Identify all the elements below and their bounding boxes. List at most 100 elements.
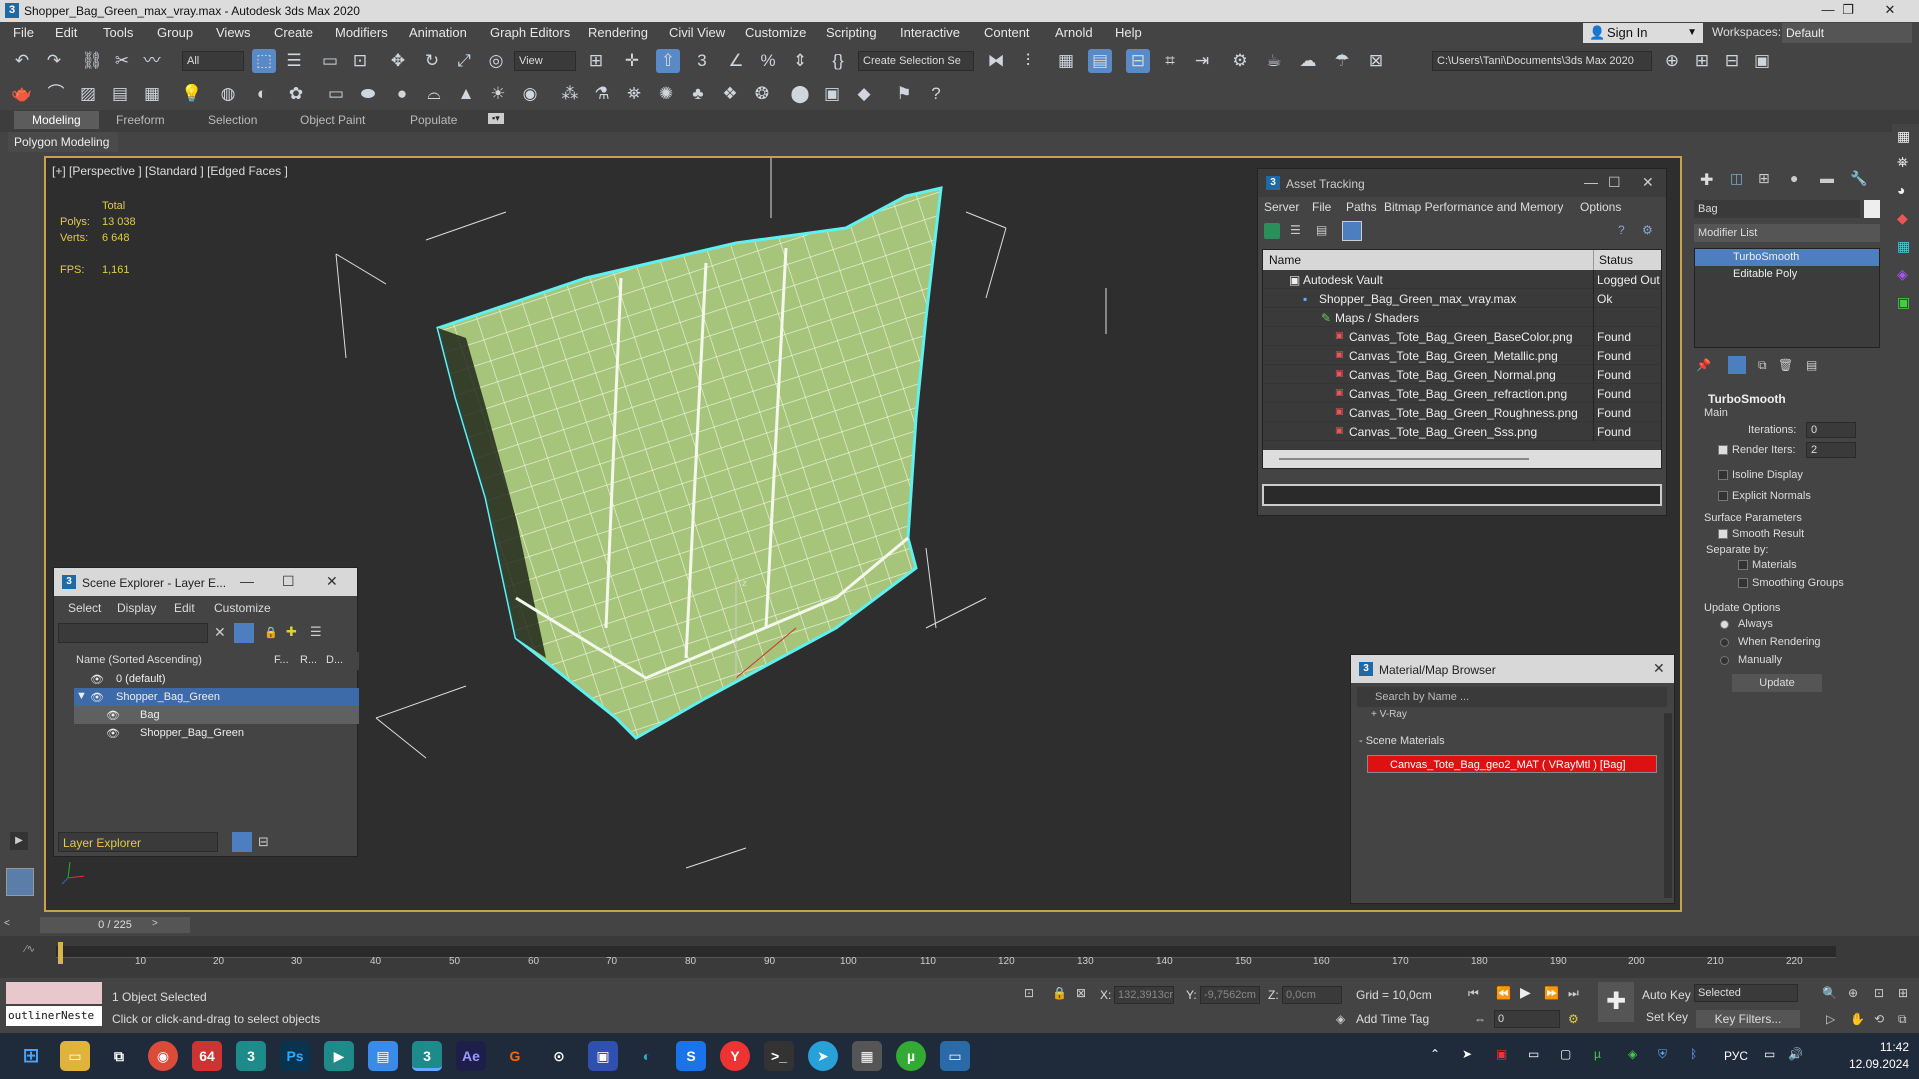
scene-search-input[interactable] [58,623,208,643]
table-row[interactable]: ▣ Autodesk Vault Logged Out [1263,270,1661,289]
percent-snap-icon[interactable]: % [756,49,780,73]
named-selection-dropdown[interactable]: Create Selection Se [858,51,974,71]
vray-group[interactable]: + V-Ray [1371,709,1407,720]
link-icon[interactable]: ⛓ [80,49,104,73]
table-row[interactable]: ▣ Canvas_Tote_Bag_Green_Normal.png Found [1263,365,1661,384]
list-icon[interactable]: ☰ [1290,223,1306,239]
eye-icon[interactable]: 👁 [90,691,104,704]
zoom-extents-icon[interactable]: ⊡ [1874,986,1884,1000]
chrome-icon[interactable]: ◉ [148,1041,178,1071]
project-path-dropdown[interactable]: C:\Users\Tani\Documents\3ds Max 2020 [1432,51,1652,71]
modifier-list-dropdown[interactable]: Modifier List [1694,224,1880,242]
lights-icon[interactable]: 💡 [180,82,204,106]
menu-rendering[interactable]: Rendering [588,25,648,40]
object-color-swatch[interactable] [1864,200,1880,218]
scene-icon[interactable]: ⛯ [1897,154,1908,171]
prev-key-icon[interactable]: ⏪ [1496,986,1511,1000]
menu-modifiers[interactable]: Modifiers [335,25,388,40]
menu-interactive[interactable]: Interactive [900,25,960,40]
update-button[interactable]: Update [1732,674,1822,692]
vray-box-icon[interactable]: ▭ [324,82,348,106]
vray-clipper-icon[interactable]: ✺ [654,82,678,106]
edit-named-selection-icon[interactable]: {} [826,49,850,73]
minimize-icon[interactable]: — [1584,174,1598,190]
menu-content[interactable]: Content [984,25,1030,40]
asset-menu-bitmap[interactable]: Bitmap Performance and Memory [1384,200,1563,214]
make-unique-icon[interactable]: ⧉ [1758,358,1767,373]
clock[interactable]: 11:42 12.09.2024 [1849,1039,1909,1073]
vray-pattern-icon[interactable]: ❂ [750,82,774,106]
track-bar[interactable]: ⁄∿ 10 20 30 40 50 60 70 80 90 100 110 12… [0,936,1919,978]
viewport-layout-icon[interactable]: ⊞ [1690,49,1714,73]
render-production-icon[interactable]: ☁ [1296,49,1320,73]
menu-group[interactable]: Group [157,25,193,40]
snaps-toggle-icon[interactable]: 3 [690,49,714,73]
menu-animation[interactable]: Animation [409,25,467,40]
pivot-center-icon[interactable]: ⊞ [584,49,608,73]
zoom-icon[interactable]: 🔍 [1822,986,1837,1000]
toggle-ribbon-icon[interactable]: ▤ [1088,49,1112,73]
menu-customize[interactable]: Customize [745,25,806,40]
list-item[interactable]: 👁 Bag [74,706,359,724]
tray-defender-icon[interactable]: ⛨ [1658,1047,1667,1062]
x-coord-field[interactable]: 132,3913cr [1114,986,1174,1004]
torrent-icon[interactable]: µ [896,1041,926,1071]
tab-populate[interactable]: Populate [410,113,457,127]
scene-menu-edit[interactable]: Edit [174,601,195,615]
isolate-icon[interactable]: ⊡ [1024,986,1034,1000]
render-setup-icon[interactable]: ⚙ [1228,49,1252,73]
vray-mesh-icon[interactable]: ⛯ [622,82,646,106]
redo-icon[interactable]: ↷ [42,49,66,73]
plugin-icon[interactable]: ▣ [1897,294,1910,311]
z-coord-field[interactable]: 0,0cm [1282,986,1342,1004]
schematic-view-icon[interactable]: ⌗ [1158,49,1182,73]
vray-settings-icon[interactable]: ⚑ [892,82,916,106]
menu-file[interactable]: File [13,25,34,40]
monitor-app-icon[interactable]: ▭ [940,1041,970,1071]
vray-plant-icon[interactable]: ♣ [686,82,710,106]
photoshop-icon[interactable]: Ps [280,1041,310,1071]
ribbon-options-icon[interactable]: ▪▾ [488,113,504,124]
s-app-icon[interactable]: S [676,1041,706,1071]
render-iters-checkbox[interactable] [1718,445,1728,455]
goto-end-icon[interactable]: ⏭ [1568,986,1579,1001]
time-tag-icon[interactable]: ◈ [1336,1012,1345,1026]
render-cloud-icon[interactable]: ☂ [1330,49,1354,73]
smoothing-groups-checkbox[interactable] [1738,578,1748,588]
clear-search-icon[interactable]: ✕ [214,624,226,641]
y-coord-field[interactable]: -9,7562cm [1200,986,1260,1004]
stack-item-editable-poly[interactable]: Editable Poly [1695,266,1879,283]
maximize-viewport-icon[interactable]: ⧉ [1898,1012,1907,1027]
new-layer-icon[interactable]: ✚ [286,624,297,640]
display-tab-icon[interactable]: ▬ [1820,170,1834,186]
add-time-tag-button[interactable]: Add Time Tag [1356,1012,1429,1026]
tray-chevron-icon[interactable]: ⌃ [1430,1047,1440,1061]
menu-scripting[interactable]: Scripting [826,25,877,40]
3dsmax-alt-icon[interactable]: ▶ [324,1041,354,1071]
stack-item-turbosmooth[interactable]: TurboSmooth [1695,249,1879,266]
asset-title-bar[interactable]: 3 Asset Tracking — ☐ ✕ [1258,169,1666,197]
render-region-icon[interactable]: ⊠ [1364,49,1388,73]
select-by-name-icon[interactable]: ☰ [282,49,306,73]
sign-in-button[interactable]: 👤 Sign In ▼ [1583,23,1703,43]
vray-cone-icon[interactable]: ▲ [454,82,478,106]
notepad-icon[interactable]: ▤ [368,1041,398,1071]
maximize-icon[interactable]: ☐ [282,573,295,590]
modify-tab-icon[interactable]: ◫ [1730,170,1743,187]
goto-start-icon[interactable]: ⏮ [1468,986,1479,1001]
eye-icon[interactable]: 👁 [106,727,120,740]
placement-icon[interactable]: ◎ [484,49,508,73]
mirror-icon[interactable]: ⧓ [984,49,1008,73]
project-folder-icon[interactable]: ⊕ [1660,49,1684,73]
tray-torrent-icon[interactable]: µ [1594,1047,1601,1061]
table-row[interactable]: ▣ Canvas_Tote_Bag_Green_Sss.png Found [1263,422,1661,441]
menu-edit[interactable]: Edit [55,25,77,40]
table-row[interactable]: ▣ Canvas_Tote_Bag_Green_Roughness.png Foun… [1263,403,1661,422]
table-view-icon[interactable] [1342,221,1362,241]
utilities-tab-icon[interactable]: 🔧 [1850,170,1867,187]
select-manipulate-icon[interactable]: ✛ [620,49,644,73]
set-key-button[interactable]: Set Key [1646,1010,1688,1024]
remove-modifier-icon[interactable]: 🗑 [1778,358,1793,372]
helper-icon[interactable]: ◐ [250,82,274,106]
minimize-icon[interactable]: — [240,573,254,589]
